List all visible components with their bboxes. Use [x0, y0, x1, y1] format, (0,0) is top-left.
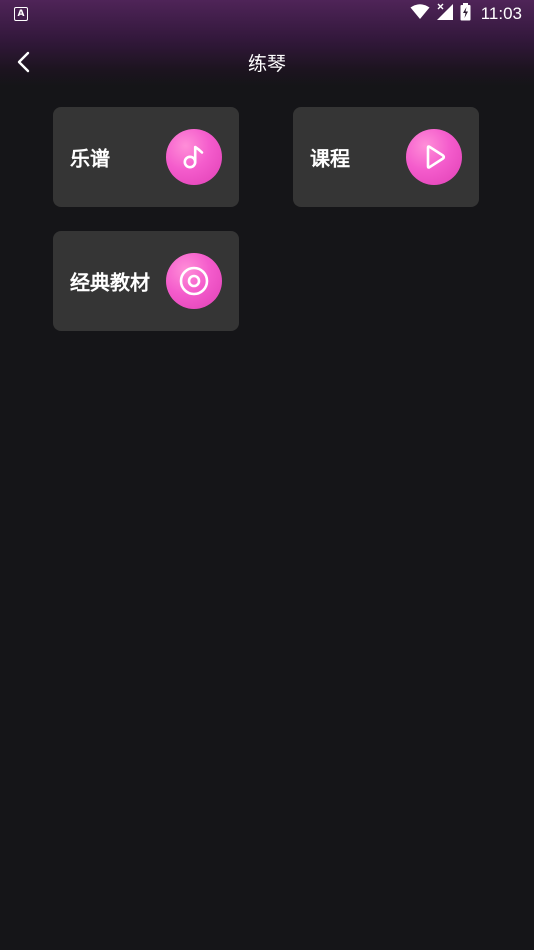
card-label: 课程: [310, 146, 350, 171]
notification-app-icon: A: [14, 7, 28, 21]
battery-icon: [460, 3, 471, 25]
wifi-icon: [410, 4, 430, 24]
music-note-icon: [166, 129, 222, 185]
play-icon: [406, 129, 462, 185]
page-title: 练琴: [247, 53, 286, 75]
sheet-music-card[interactable]: 乐谱: [53, 107, 239, 207]
disc-icon: [166, 253, 222, 309]
status-bar: A 11:03: [0, 0, 534, 28]
card-label: 乐谱: [70, 146, 110, 171]
card-label: 经典教材: [70, 270, 150, 295]
status-icons: 11:03: [410, 3, 522, 25]
classic-textbook-card[interactable]: 经典教材: [53, 231, 239, 331]
clock-time: 11:03: [480, 4, 522, 23]
navigation-bar: 练琴: [0, 40, 534, 84]
signal-icon: [436, 3, 454, 25]
course-card[interactable]: 课程: [293, 107, 479, 207]
